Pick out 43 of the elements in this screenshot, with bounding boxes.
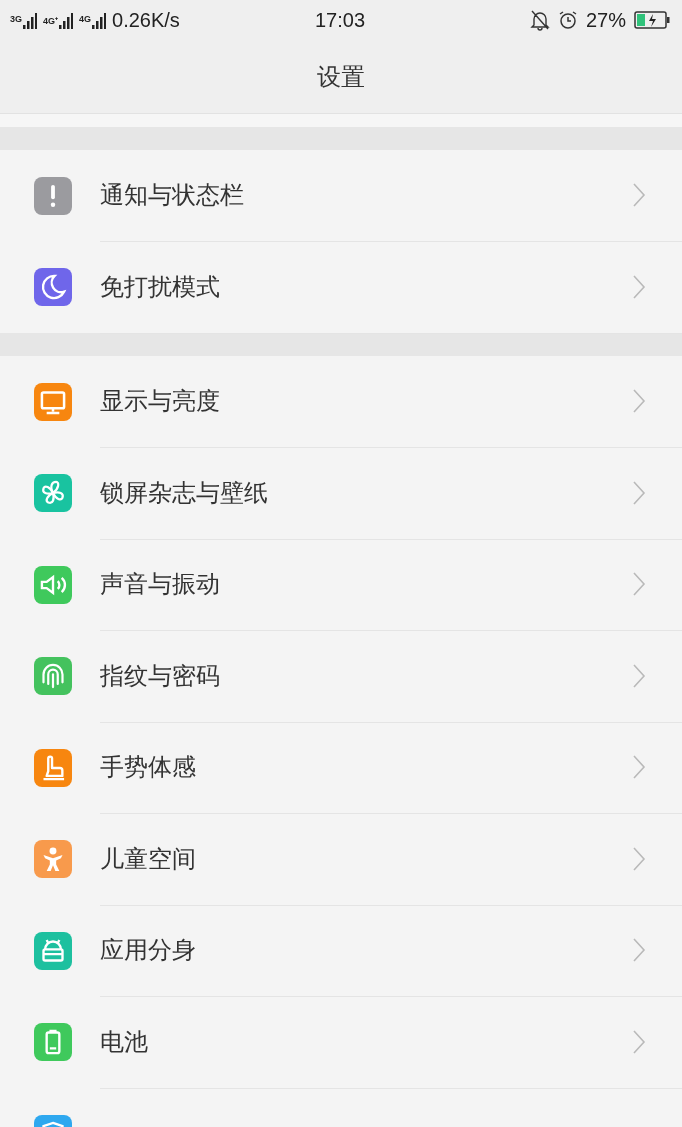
chevron-icon [632, 1028, 646, 1055]
settings-item[interactable]: 锁屏杂志与壁纸 [0, 447, 682, 539]
item-label: 免打扰模式 [100, 271, 220, 303]
battery-charging-icon [634, 11, 670, 29]
signal-icon [92, 11, 107, 29]
signal-icon [23, 11, 37, 29]
chevron-icon [632, 937, 646, 964]
item-label: 显示与亮度 [100, 386, 220, 418]
alarm-clock-icon [557, 10, 578, 30]
settings-item[interactable]: 儿童空间 [0, 813, 682, 905]
settings-item[interactable]: 免打扰模式 [0, 241, 682, 333]
settings-item[interactable]: 指纹与密码 [0, 630, 682, 722]
item-label: 指纹与密码 [100, 660, 220, 692]
chevron-icon [632, 388, 646, 415]
chevron-icon [632, 273, 646, 300]
clock: 17:03 [314, 8, 366, 32]
item-label: 应用分身 [100, 935, 196, 967]
network-label: 3G [10, 14, 22, 24]
settings-item[interactable]: 显示与亮度 [0, 356, 682, 448]
signal-icon [59, 11, 74, 29]
settings-item[interactable]: 声音与振动 [0, 539, 682, 631]
settings-item[interactable]: 应用分身 [0, 905, 682, 997]
chevron-icon [632, 479, 646, 506]
chevron-icon [632, 845, 646, 872]
chevron-icon [632, 571, 646, 598]
settings-item[interactable]: 通知与状态栏 [0, 150, 682, 242]
item-label: 电池 [100, 1026, 148, 1058]
battery-percent: 27% [585, 8, 626, 32]
item-label: 儿童空间 [100, 843, 196, 875]
item-label: 通知与状态栏 [100, 180, 244, 212]
network-speed: 0.26K/s [112, 8, 180, 32]
network-label: 4G [79, 14, 92, 24]
network-label: 4G⁺ [43, 15, 59, 27]
settings-item[interactable]: 手势体感 [0, 722, 682, 814]
chevron-icon [632, 754, 646, 781]
item-label: 声音与振动 [100, 569, 220, 601]
muted-bell-icon [529, 9, 550, 31]
item-label: 手势体感 [100, 752, 196, 784]
settings-item[interactable]: 电池 [0, 996, 682, 1088]
item-label: 锁屏杂志与壁纸 [100, 477, 268, 509]
page-title: 设置 [317, 61, 365, 93]
chevron-icon [632, 662, 646, 689]
chevron-icon [632, 182, 646, 209]
